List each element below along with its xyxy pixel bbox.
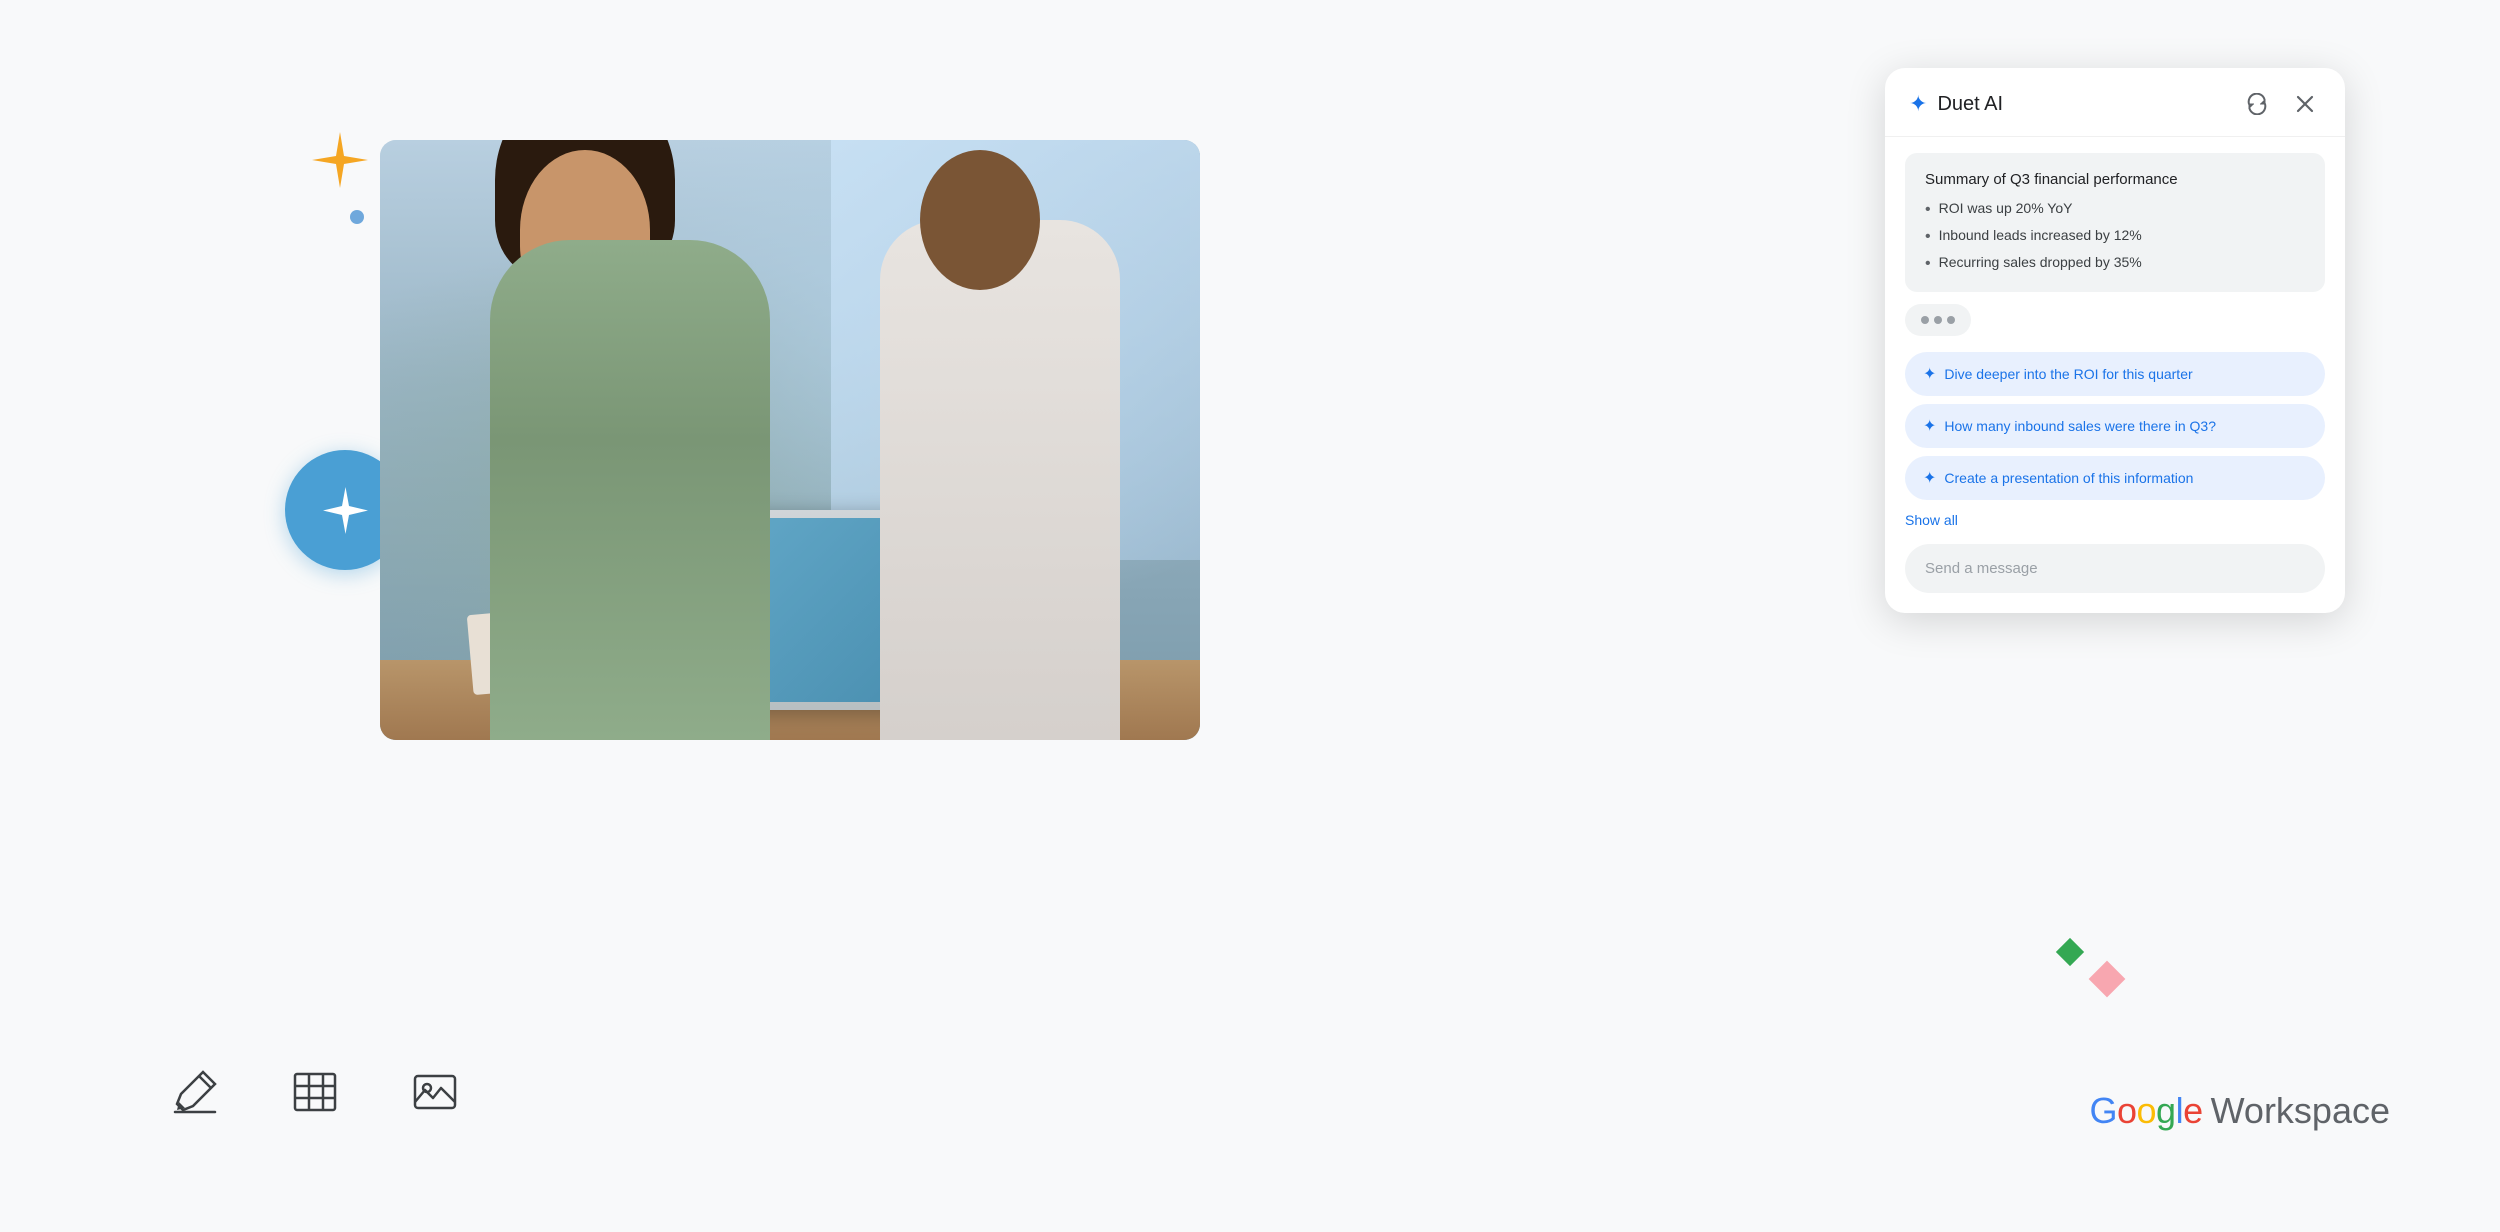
suggestion-star-icon-2: ✦: [1923, 416, 1936, 436]
chat-header-icons: [2241, 88, 2321, 120]
workspace-label: Workspace: [2211, 1090, 2390, 1132]
suggestions-area: ✦ Dive deeper into the ROI for this quar…: [1885, 352, 2345, 500]
typing-dot-3: [1947, 316, 1955, 324]
summary-item-1: ROI was up 20% YoY: [1925, 200, 2305, 219]
duet-ai-star-icon: ✦: [1909, 91, 1927, 117]
suggestion-star-icon-3: ✦: [1923, 468, 1936, 488]
image-icon[interactable]: [405, 1062, 465, 1122]
show-all-link[interactable]: Show all: [1905, 512, 1958, 528]
summary-item-2: Inbound leads increased by 12%: [1925, 227, 2305, 246]
dot-blue-decoration: [350, 210, 364, 224]
typing-dot-2: [1934, 316, 1942, 324]
toolbar: [165, 1062, 465, 1122]
edit-icon[interactable]: [165, 1062, 225, 1122]
chat-header-left: ✦ Duet AI: [1909, 91, 2003, 117]
chat-header: ✦ Duet AI: [1885, 68, 2345, 137]
suggestion-chip-1[interactable]: ✦ Dive deeper into the ROI for this quar…: [1905, 352, 2325, 396]
typing-indicator: [1905, 304, 1971, 336]
google-workspace-logo: Google Workspace: [2089, 1090, 2390, 1132]
close-button[interactable]: [2289, 88, 2321, 120]
summary-item-3: Recurring sales dropped by 35%: [1925, 254, 2305, 273]
hero-photo: [380, 140, 1200, 740]
typing-dot-1: [1921, 316, 1929, 324]
table-icon[interactable]: [285, 1062, 345, 1122]
main-scene: ✦ Duet AI: [0, 0, 2500, 1232]
summary-list: ROI was up 20% YoY Inbound leads increas…: [1925, 200, 2305, 274]
green-diamond-decoration: [2056, 938, 2084, 966]
summary-bubble: Summary of Q3 financial performance ROI …: [1905, 153, 2325, 292]
suggestion-chip-3[interactable]: ✦ Create a presentation of this informat…: [1905, 456, 2325, 500]
summary-title: Summary of Q3 financial performance: [1925, 171, 2305, 188]
suggestion-label-1: Dive deeper into the ROI for this quarte…: [1944, 366, 2192, 382]
person-woman: [440, 160, 820, 740]
message-input-area[interactable]: Send a message: [1905, 544, 2325, 593]
google-logo-text: Google: [2089, 1090, 2202, 1132]
suggestion-chip-2[interactable]: ✦ How many inbound sales were there in Q…: [1905, 404, 2325, 448]
pink-diamond-decoration: [2089, 961, 2126, 998]
suggestion-label-2: How many inbound sales were there in Q3?: [1944, 418, 2216, 434]
sparkle-gold-icon: [310, 130, 370, 190]
message-input-placeholder[interactable]: Send a message: [1925, 560, 2305, 577]
suggestion-star-icon-1: ✦: [1923, 364, 1936, 384]
suggestion-label-3: Create a presentation of this informatio…: [1944, 470, 2193, 486]
person-man: [860, 160, 1140, 740]
chat-panel: ✦ Duet AI: [1885, 68, 2345, 613]
chat-title: Duet AI: [1937, 93, 2003, 116]
refresh-button[interactable]: [2241, 88, 2273, 120]
